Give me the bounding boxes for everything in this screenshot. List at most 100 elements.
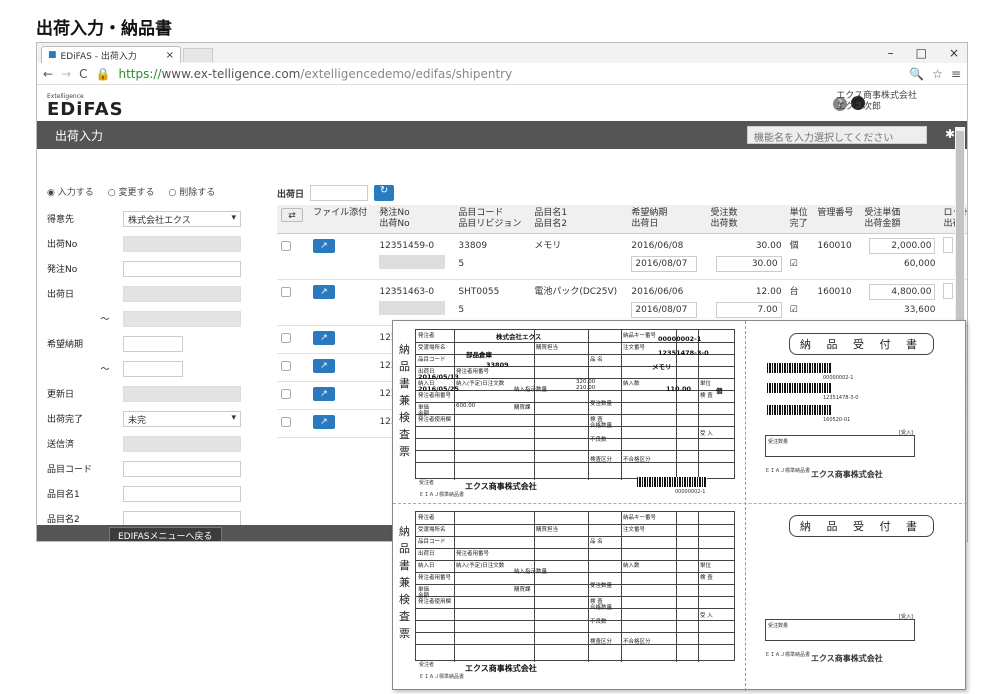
note-text: 品目コード <box>418 539 446 545</box>
column-header: 受注単価 出荷金額 <box>860 205 940 234</box>
ship-qty-field[interactable]: 30.00 <box>715 256 782 272</box>
note-text: 検 査 <box>700 575 713 581</box>
lot-field[interactable] <box>943 283 954 299</box>
note-text: 12351478-3-0 <box>658 349 709 357</box>
receipt-title: 納 品 受 付 書 <box>789 333 934 355</box>
mode-radio-1[interactable]: ○ 変更する <box>108 185 155 198</box>
field-input[interactable] <box>123 235 241 252</box>
field-label: 送信済 <box>47 440 75 450</box>
file-attach-button[interactable]: ↗ <box>313 415 336 429</box>
function-select[interactable]: 機能名を入力選択してください <box>747 126 927 144</box>
bookmark-star-icon[interactable]: ☆ <box>932 67 943 81</box>
note-text: 品 名 <box>590 357 603 363</box>
minimize-button[interactable]: – <box>888 46 894 60</box>
price-field[interactable]: 2,000.00 <box>869 238 936 254</box>
form-row: 品目名1 <box>47 481 262 506</box>
company-name: エクス商事株式会社 <box>836 91 917 101</box>
supplier-name: エクス商事株式会社 <box>465 482 537 491</box>
note-text: 110.00 <box>666 385 692 393</box>
row-checkbox[interactable] <box>281 241 291 251</box>
file-attach-button[interactable]: ↗ <box>313 285 336 299</box>
field-input[interactable]: 株式会社エクス ▾ <box>123 210 241 227</box>
row-checkbox[interactable] <box>281 389 291 399</box>
row-checkbox[interactable] <box>281 361 291 371</box>
field-input[interactable] <box>123 310 241 327</box>
app-logo[interactable]: EDiFAS <box>47 99 124 120</box>
ship-qty-field[interactable]: 7.00 <box>715 302 782 318</box>
file-attach-button[interactable]: ↗ <box>313 239 336 253</box>
note-text: 検 査 <box>700 393 713 399</box>
gear-icon[interactable]: ✱ <box>945 127 955 141</box>
column-header: 品目名1 品目名2 <box>530 205 628 234</box>
item-name: 電池パック(DC25V) <box>534 287 618 297</box>
barcode <box>637 477 707 487</box>
item-code: SHT0055 <box>458 287 500 297</box>
complete-checkbox[interactable]: ☑ <box>790 301 810 319</box>
lot-field[interactable] <box>943 237 954 253</box>
maximize-button[interactable]: □ <box>916 46 927 60</box>
row-checkbox[interactable] <box>281 417 291 427</box>
table-row[interactable]: ↗ 12351459-0 33809 5 メモリ 2016/06/08 2016/08… <box>277 233 967 280</box>
refresh-button[interactable]: ↻ <box>374 185 395 201</box>
mode-radio-0[interactable]: ◉ 入力する <box>47 185 94 198</box>
file-attach-button[interactable]: ↗ <box>313 387 336 401</box>
ship-date-field[interactable]: 2016/08/07 <box>631 256 698 272</box>
new-tab-button[interactable] <box>183 48 213 62</box>
field-input[interactable] <box>123 260 241 277</box>
ship-no-field <box>379 255 446 269</box>
note-text: 発注者用番号 <box>456 369 490 375</box>
barcode-number: 00000002-1 <box>675 489 706 495</box>
note-text: 単位 <box>700 381 712 387</box>
table-row[interactable]: ↗ 12351463-0 SHT0055 5 電池パック(DC25V) 2016/0… <box>277 279 967 326</box>
ship-date-input[interactable] <box>310 185 369 201</box>
column-toggle-header[interactable]: ⇄ <box>277 205 310 234</box>
column-header: 単位 完了 <box>785 205 814 234</box>
edifas-menu-button[interactable]: EDIFASメニューへ戻る <box>109 527 222 541</box>
ship-no-field <box>379 301 446 315</box>
field-input[interactable] <box>123 460 241 477</box>
note-text: 納入指示数量 <box>514 387 548 393</box>
note-text: 210.00 <box>576 385 596 391</box>
tab-close-icon[interactable]: × <box>166 50 174 61</box>
search-form: ◉ 入力する ○ 変更する ○ 削除する 得意先 株式会社エクス ▾ 出荷No 発注No 出荷日… <box>47 185 262 531</box>
due-date: 2016/06/08 <box>631 241 684 251</box>
field-input[interactable] <box>123 285 241 302</box>
reload-icon[interactable]: C <box>79 67 87 81</box>
forward-icon[interactable]: → <box>61 67 71 81</box>
row-checkbox[interactable] <box>281 287 291 297</box>
ship-date-field[interactable]: 2016/08/07 <box>631 302 698 318</box>
note-text: 納入数 <box>623 381 640 387</box>
tab-bar: ■ EDiFAS - 出荷入力 × – □ × <box>37 43 967 63</box>
mode-radio-2[interactable]: ○ 削除する <box>168 185 215 198</box>
close-window-button[interactable]: × <box>949 46 959 60</box>
user-name: エクス次郎 <box>836 102 881 112</box>
field-input[interactable] <box>123 360 183 377</box>
browser-tab[interactable]: ■ EDiFAS - 出荷入力 × <box>41 46 181 63</box>
complete-checkbox[interactable]: ☑ <box>790 255 810 273</box>
column-header: 受注数 出荷数 <box>706 205 786 234</box>
note-text: 発注者使用欄 <box>418 599 452 605</box>
file-attach-button[interactable]: ↗ <box>313 331 336 345</box>
zoom-icon[interactable]: 🔍 <box>909 67 924 81</box>
note-text: 不合格区分 <box>623 457 651 463</box>
url-field[interactable]: https://www.ex-telligence.com/extelligen… <box>118 67 901 81</box>
field-input[interactable] <box>123 385 241 402</box>
form-row: 出荷日 <box>47 281 262 306</box>
supplier-label: 受注者 <box>419 662 435 668</box>
menu-icon[interactable]: ≡ <box>951 67 961 81</box>
row-checkbox[interactable] <box>281 333 291 343</box>
eiaj-label: ＥＩＡＪ標準納品書 <box>419 492 465 498</box>
field-input[interactable] <box>123 335 183 352</box>
field-input[interactable] <box>123 485 241 502</box>
item-rev: 5 <box>458 259 465 269</box>
user-info: エクス商事株式会社 エクス次郎 <box>836 91 917 113</box>
price-field[interactable]: 4,800.00 <box>869 284 936 300</box>
chevron-down-icon: ▾ <box>231 412 236 423</box>
field-input[interactable] <box>123 435 241 452</box>
file-attach-button[interactable]: ↗ <box>313 359 336 373</box>
back-icon[interactable]: ← <box>43 67 53 81</box>
column-header: ファイル添付 <box>309 205 376 234</box>
note-text: 注文番号 <box>623 345 646 351</box>
po-no: 12351463-0 <box>379 287 435 297</box>
field-input[interactable]: 未完 ▾ <box>123 410 241 427</box>
